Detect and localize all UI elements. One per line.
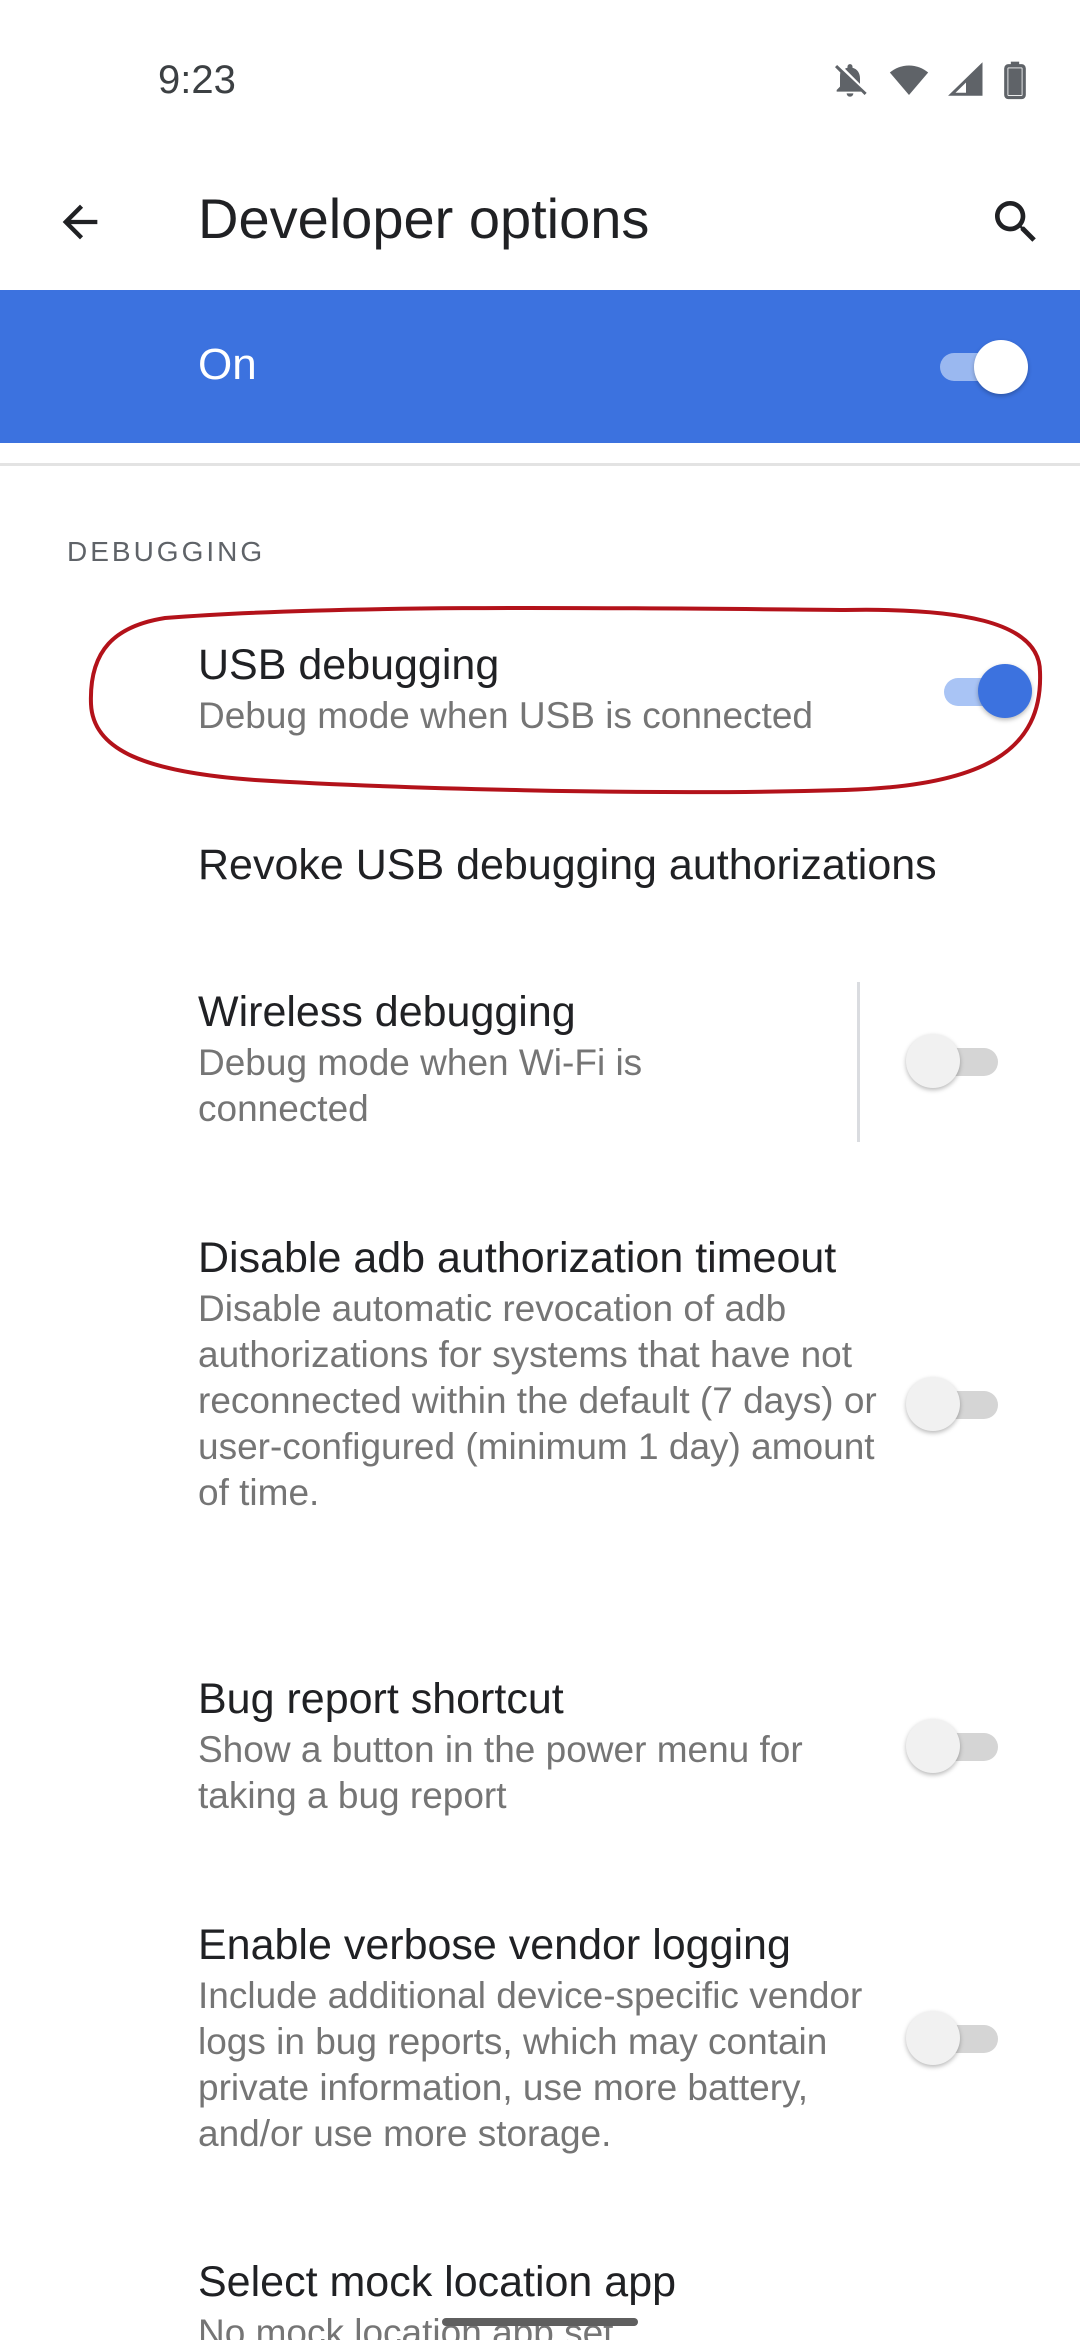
wifi-icon	[888, 60, 930, 100]
master-switch-bar[interactable]: On	[0, 290, 1080, 443]
pref-wireless-debugging[interactable]: Wireless debugging Debug mode when Wi-Fi…	[198, 985, 758, 1132]
pref-summary: Disable automatic revocation of adb auth…	[198, 1288, 877, 1513]
switch-thumb	[974, 340, 1028, 394]
status-bar: 9:23	[0, 0, 1080, 160]
switch-thumb	[906, 1034, 960, 1088]
pref-verbose-vendor-logging[interactable]: Enable verbose vendor logging Include ad…	[198, 1918, 878, 2157]
switch-thumb	[906, 1719, 960, 1773]
switch-thumb	[906, 1377, 960, 1431]
developer-options-screen: 9:23 Developer options On DEBUGGING USB …	[0, 0, 1080, 2340]
back-button[interactable]	[40, 182, 120, 262]
search-button[interactable]	[976, 182, 1056, 262]
status-icons	[830, 60, 1028, 100]
verbose-vendor-logging-switch[interactable]	[906, 2008, 1006, 2068]
pref-select-mock-location-app[interactable]: Select mock location app No mock locatio…	[198, 2255, 878, 2340]
pref-disable-adb-authorization-timeout[interactable]: Disable adb authorization timeout Disabl…	[198, 1231, 878, 1516]
usb-debugging-switch[interactable]	[932, 661, 1032, 721]
master-switch-label: On	[198, 340, 257, 389]
pref-title: Revoke USB debugging authorizations	[198, 841, 937, 889]
pref-title: Enable verbose vendor logging	[198, 1921, 791, 1969]
pref-title: Bug report shortcut	[198, 1675, 564, 1723]
master-toggle-switch[interactable]	[928, 336, 1028, 396]
app-bar: Developer options	[0, 160, 1080, 290]
notifications-off-icon	[830, 60, 870, 100]
status-time: 9:23	[158, 58, 236, 102]
divider	[0, 463, 1080, 466]
page-title: Developer options	[198, 187, 650, 250]
cellular-signal-icon	[948, 60, 984, 100]
switch-thumb	[906, 2011, 960, 2065]
pref-summary: Debug mode when USB is connected	[198, 695, 813, 736]
section-header-debugging: DEBUGGING	[67, 536, 266, 567]
pref-summary: Include additional device-specific vendo…	[198, 1975, 863, 2154]
pref-title: Wireless debugging	[198, 988, 576, 1036]
pref-summary: Show a button in the power menu for taki…	[198, 1729, 803, 1816]
pref-title: Select mock location app	[198, 2258, 677, 2306]
switch-thumb	[978, 664, 1032, 718]
pref-summary: Debug mode when Wi-Fi is connected	[198, 1042, 643, 1129]
vertical-divider	[857, 982, 860, 1142]
arrow-back-icon	[62, 204, 98, 240]
battery-icon	[1002, 60, 1028, 100]
pref-usb-debugging[interactable]: USB debugging Debug mode when USB is con…	[198, 638, 878, 739]
pref-bug-report-shortcut[interactable]: Bug report shortcut Show a button in the…	[198, 1672, 878, 1819]
bug-report-shortcut-switch[interactable]	[906, 1716, 1006, 1776]
pref-title: Disable adb authorization timeout	[198, 1234, 837, 1282]
pref-title: USB debugging	[198, 641, 500, 689]
pref-revoke-usb-debugging[interactable]: Revoke USB debugging authorizations	[198, 838, 998, 893]
wireless-debugging-switch[interactable]	[906, 1031, 1006, 1091]
search-icon	[995, 201, 1036, 242]
navigation-handle[interactable]	[442, 2318, 638, 2326]
disable-adb-timeout-switch[interactable]	[906, 1374, 1006, 1434]
